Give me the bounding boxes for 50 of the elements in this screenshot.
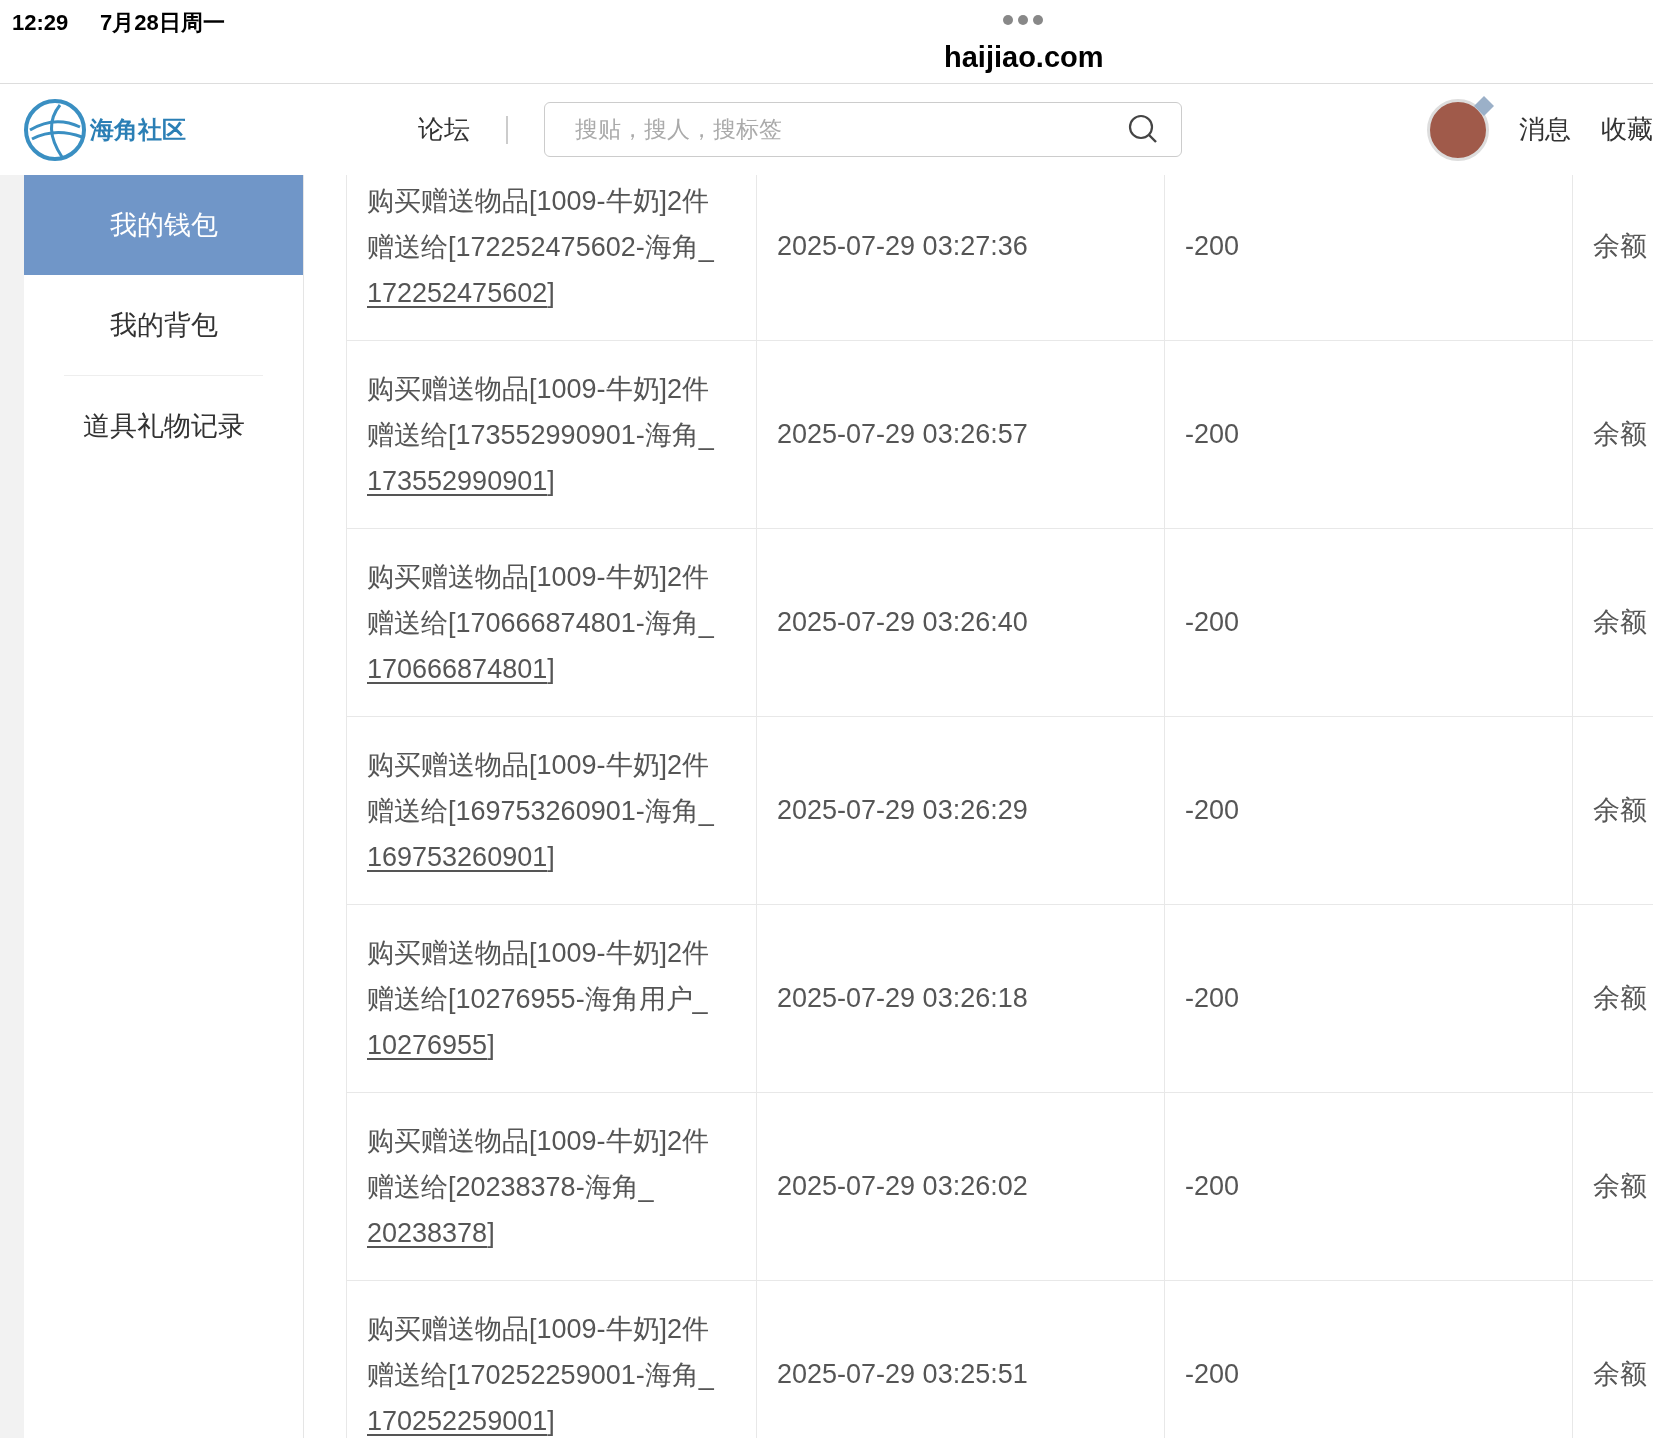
sidebar-item[interactable]: 我的背包: [24, 275, 303, 375]
record-amount: -200: [1185, 418, 1240, 452]
logo-text[interactable]: 海角社区: [90, 111, 186, 148]
status-date: 7月28日周一: [100, 9, 225, 37]
record-amount: -200: [1185, 230, 1240, 264]
record-amount: -200: [1185, 606, 1240, 640]
record-description: 购买赠送物品[1009-牛奶]2件赠送给[170666874801-海角_ 170666874801]: [367, 560, 715, 686]
badge-icon: [1473, 94, 1495, 117]
menu-link[interactable]: 收藏: [1601, 110, 1653, 149]
record-description: 购买赠送物品[1009-牛奶]2件赠送给[172252475602-海角_ 172252475602]: [367, 184, 715, 310]
record-time: 2025-07-29 03:27:36: [777, 230, 1028, 264]
record-type: 余额: [1593, 982, 1647, 1016]
record-type: 余额: [1593, 1358, 1647, 1392]
record-description: 购买赠送物品[1009-牛奶]2件赠送给[10276955-海角用户_ 10276955]: [367, 936, 711, 1062]
record-time: 2025-07-29 03:26:18: [777, 982, 1028, 1016]
record-amount: -200: [1185, 982, 1240, 1016]
recipient-link[interactable]: 10276955: [367, 1029, 488, 1060]
record-type: 余额: [1593, 794, 1647, 828]
record-time: 2025-07-29 03:26:40: [777, 606, 1028, 640]
record-amount: -200: [1185, 1358, 1240, 1392]
record-time: 2025-07-29 03:26:29: [777, 794, 1028, 828]
record-time: 2025-07-29 03:26:02: [777, 1170, 1028, 1204]
recipient-link[interactable]: 20238378: [367, 1217, 488, 1248]
search-icon[interactable]: [1128, 114, 1158, 144]
record-description: 购买赠送物品[1009-牛奶]2件赠送给[170252259001-海角_ 170252259001]: [367, 1312, 715, 1438]
recipient-link[interactable]: 170252259001: [367, 1405, 548, 1436]
nav-divider: [506, 115, 508, 144]
record-time: 2025-07-29 03:25:51: [777, 1358, 1028, 1392]
sidebar-item[interactable]: 道具礼物记录: [24, 376, 303, 476]
recipient-link[interactable]: 169753260901: [367, 841, 548, 872]
record-description: 购买赠送物品[1009-牛奶]2件赠送给[173552990901-海角_ 173552990901]: [367, 372, 715, 498]
recipient-link[interactable]: 170666874801: [367, 653, 548, 684]
record-type: 余额: [1593, 418, 1647, 452]
record-type: 余额: [1593, 230, 1647, 264]
globe-logo-icon[interactable]: [22, 96, 88, 163]
menu-link[interactable]: 消息: [1519, 110, 1571, 149]
more-dots-icon[interactable]: [1002, 14, 1044, 26]
recipient-link[interactable]: 172252475602: [367, 277, 548, 308]
record-type: 余额: [1593, 606, 1647, 640]
record-description: 购买赠送物品[1009-牛奶]2件赠送给[169753260901-海角_ 169753260901]: [367, 748, 715, 874]
nav-link[interactable]: 论坛: [418, 110, 470, 149]
record-amount: -200: [1185, 794, 1240, 828]
record-amount: -200: [1185, 1170, 1240, 1204]
status-time: 12:29: [12, 9, 69, 37]
record-description: 购买赠送物品[1009-牛奶]2件赠送给[20238378-海角_ 20238378]: [367, 1124, 711, 1250]
record-time: 2025-07-29 03:26:57: [777, 418, 1028, 452]
search-field[interactable]: 搜贴，搜人，搜标签: [544, 102, 1182, 157]
recipient-link[interactable]: 173552990901: [367, 465, 548, 496]
record-type: 余额: [1593, 1170, 1647, 1204]
address-url[interactable]: haijiao.com: [944, 36, 1104, 80]
